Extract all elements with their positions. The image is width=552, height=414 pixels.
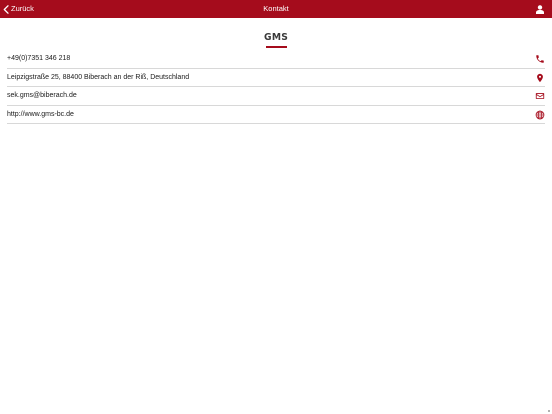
phone-icon <box>535 54 545 64</box>
logo-underline <box>265 46 287 48</box>
school-logo: GMS <box>0 27 552 48</box>
envelope-icon <box>535 91 545 101</box>
navigation-bar: Zurück Kontakt <box>0 0 552 18</box>
website-url: http://www.gms-bc.de <box>7 110 74 118</box>
contact-row-website[interactable]: http://www.gms-bc.de <box>7 106 545 124</box>
email-address: sek.gms@biberach.de <box>7 92 77 99</box>
phone-number: +49(0)7351 346 218 <box>7 55 71 62</box>
contact-row-email[interactable]: sek.gms@biberach.de <box>7 87 545 106</box>
contact-row-address[interactable]: Leipzigstraße 25, 88400 Biberach an der … <box>7 69 545 87</box>
user-icon <box>536 5 544 14</box>
location-pin-icon <box>535 73 545 83</box>
contact-list: +49(0)7351 346 218 Leipzigstraße 25, 884… <box>0 50 552 124</box>
chevron-left-icon <box>3 4 9 14</box>
home-indicator-dot <box>548 410 550 412</box>
logo-text: GMS <box>263 32 289 43</box>
page-title: Kontakt <box>263 4 289 13</box>
contact-row-phone[interactable]: +49(0)7351 346 218 <box>7 50 545 69</box>
address: Leipzigstraße 25, 88400 Biberach an der … <box>7 73 190 81</box>
globe-icon <box>535 110 545 120</box>
back-button-label: Zurück <box>11 4 34 13</box>
back-button[interactable]: Zurück <box>3 0 34 18</box>
contact-screen: Zurück Kontakt GMS +49(0)7351 346 218 Le… <box>0 0 552 414</box>
user-button[interactable] <box>536 5 544 14</box>
